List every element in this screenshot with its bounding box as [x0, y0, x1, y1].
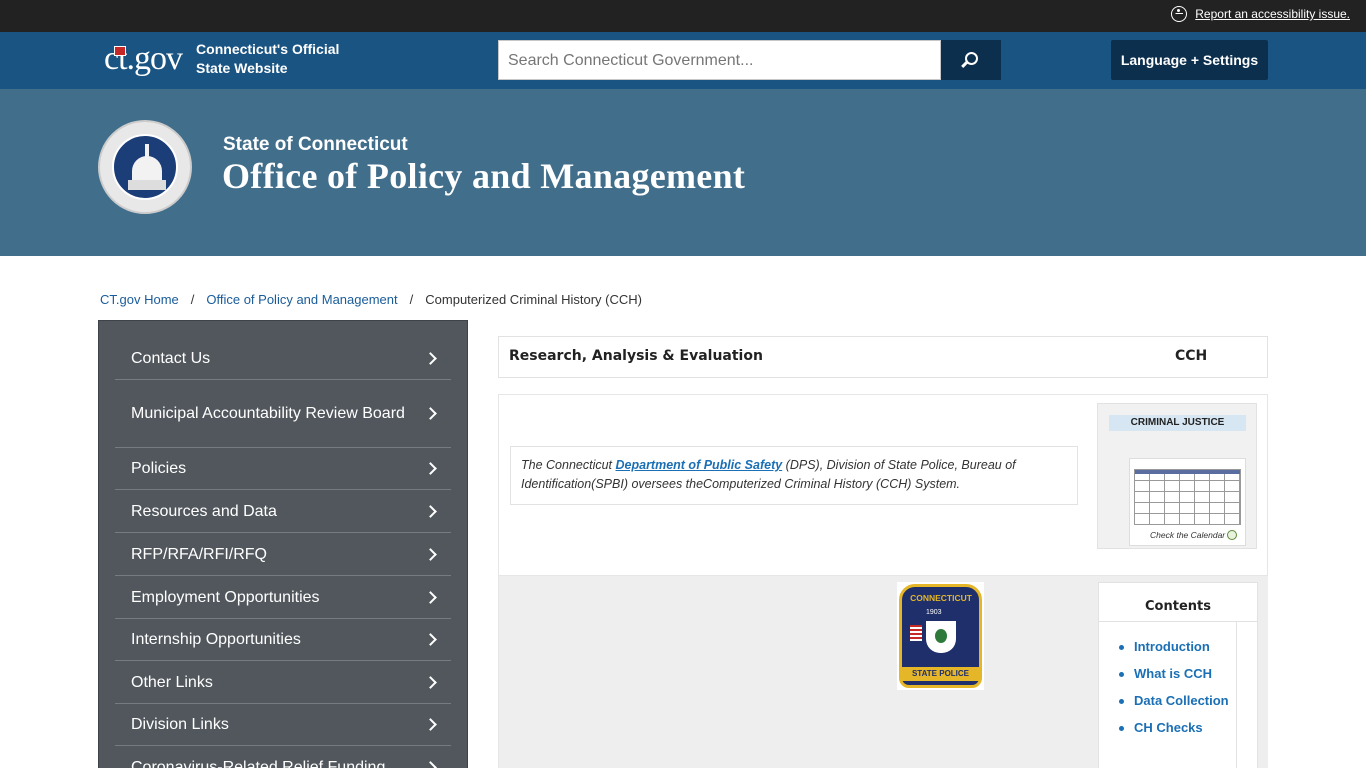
sidebar-item-label: Coronavirus-Related Relief Funding — [131, 758, 386, 768]
site-tagline: Connecticut's Official State Website — [196, 41, 340, 76]
patch-body: CONNECTICUT 1903 STATE POLICE — [899, 584, 982, 688]
breadcrumb-home-link[interactable]: CT.gov Home — [100, 292, 179, 307]
chevron-right-icon — [424, 718, 437, 731]
sidebar-item-employment[interactable]: Employment Opportunities — [115, 576, 451, 619]
banner-subtitle: State of Connecticut — [223, 134, 408, 155]
seal-capitol-dome — [112, 134, 178, 200]
sidebar-item-coronavirus-funding[interactable]: Coronavirus-Related Relief Funding — [115, 746, 451, 768]
sidebar-item-label: Policies — [131, 460, 187, 477]
breadcrumb-separator: / — [409, 292, 414, 307]
calendar-image-link[interactable]: Check the Calendar — [1129, 458, 1246, 546]
breadcrumb-separator: / — [190, 292, 195, 307]
state-police-patch-image: CONNECTICUT 1903 STATE POLICE — [897, 582, 984, 690]
content-header-table: Research, Analysis & Evaluation CCH — [498, 336, 1268, 378]
sidebar-item-internship[interactable]: Internship Opportunities — [115, 619, 451, 661]
intro-text: The Connecticut Department of Public Saf… — [510, 446, 1078, 505]
table-of-contents: Contents Introduction What is CCH Data C… — [1098, 582, 1258, 768]
patch-year: 1903 — [926, 609, 942, 616]
search-icon — [965, 52, 978, 65]
sidebar-item-label: Internship Opportunities — [131, 631, 301, 648]
chevron-right-icon — [424, 407, 437, 420]
contents-column-divider — [1236, 621, 1237, 768]
accessibility-report-link[interactable]: Report an accessibility issue. — [1195, 7, 1350, 21]
chevron-right-icon — [424, 547, 437, 561]
arrow-right-icon — [1227, 530, 1237, 540]
toc-link-introduction[interactable]: Introduction — [1113, 637, 1231, 657]
breadcrumb-agency-link[interactable]: Office of Policy and Management — [206, 292, 397, 307]
sidebar-item-label: Contact Us — [131, 349, 211, 367]
chevron-right-icon — [424, 760, 437, 768]
toc-link-what-is-cch[interactable]: What is CCH — [1113, 664, 1231, 684]
sidebar-item-policies[interactable]: Policies — [115, 448, 451, 490]
intro-panel: The Connecticut Department of Public Saf… — [498, 394, 1268, 576]
sidebar-item-resources-data[interactable]: Resources and Data — [115, 490, 451, 533]
contents-divider — [1099, 621, 1257, 622]
flag-icon — [114, 46, 126, 56]
accessibility-icon — [1171, 6, 1188, 22]
shield-icon — [926, 621, 956, 653]
calendar-header-bar — [1135, 470, 1240, 474]
search-button[interactable] — [941, 40, 1001, 80]
accessibility-report[interactable]: Report an accessibility issue. — [1171, 6, 1350, 22]
sidebar-item-label: Municipal Accountability Review Board — [131, 405, 405, 422]
ct-gov-logo-mark: ct.gov — [104, 42, 183, 76]
calendar-caption: Check the Calendar — [1150, 530, 1226, 540]
dps-link[interactable]: Department of Public Safety — [616, 458, 783, 472]
sidebar-item-label: Division Links — [131, 716, 229, 733]
sidebar-nav: Contact Us Municipal Accountability Revi… — [98, 320, 468, 768]
flag-icon — [910, 625, 922, 641]
chevron-right-icon — [424, 504, 437, 518]
sidebar-item-rfp[interactable]: RFP/RFA/RFI/RFQ — [115, 533, 451, 576]
chevron-right-icon — [424, 590, 437, 604]
intro-text-before: The Connecticut — [521, 458, 616, 472]
sidebar-item-label: RFP/RFA/RFI/RFQ — [131, 545, 267, 563]
sidebar-item-other-links[interactable]: Other Links — [115, 661, 451, 704]
chevron-right-icon — [424, 633, 437, 646]
sidebar-item-label: Resources and Data — [131, 502, 277, 520]
sidebar-item-label: Other Links — [131, 673, 213, 691]
search-input[interactable]: Search Connecticut Government... — [498, 40, 941, 80]
breadcrumb-current: Computerized Criminal History (CCH) — [425, 292, 642, 307]
sidebar-item-division-links[interactable]: Division Links — [115, 704, 451, 746]
criminal-justice-title: CRIMINAL JUSTICE — [1109, 415, 1246, 431]
calendar-grid — [1134, 469, 1241, 525]
contents-panel: CONNECTICUT 1903 STATE POLICE Contents I… — [498, 576, 1268, 768]
seal-dome — [132, 156, 162, 182]
breadcrumb: CT.gov Home / Office of Policy and Manag… — [100, 292, 642, 307]
patch-top-text: CONNECTICUT — [910, 593, 972, 603]
agency-banner: State of Connecticut Office of Policy an… — [0, 89, 1366, 256]
section-heading: Research, Analysis & Evaluation — [509, 348, 763, 364]
chevron-right-icon — [424, 351, 437, 365]
seal-drum — [128, 180, 166, 190]
chevron-right-icon — [424, 675, 437, 689]
site-header: ct.gov Connecticut's Official State Webs… — [0, 32, 1366, 89]
search-form: Search Connecticut Government... — [498, 40, 1001, 80]
toc-link-ch-checks[interactable]: CH Checks — [1113, 718, 1231, 738]
agency-seal[interactable] — [98, 120, 192, 214]
sidebar-item-contact-us[interactable]: Contact Us — [115, 337, 451, 380]
section-code: CCH — [1175, 348, 1208, 364]
contents-title: Contents — [1145, 599, 1211, 614]
contents-list: Introduction What is CCH Data Collection… — [1113, 637, 1231, 745]
ct-gov-logo[interactable]: ct.gov Connecticut's Official State Webs… — [104, 40, 356, 78]
agency-title[interactable]: Office of Policy and Management — [222, 155, 745, 197]
criminal-justice-box: CRIMINAL JUSTICE Check the Calendar — [1097, 403, 1257, 549]
patch-bottom-text: STATE POLICE — [902, 667, 979, 681]
sidebar-item-municipal-accountability[interactable]: Municipal Accountability Review Board — [115, 380, 451, 448]
chevron-right-icon — [424, 462, 437, 475]
language-settings-button[interactable]: Language + Settings — [1111, 40, 1268, 80]
utility-bar: Report an accessibility issue. — [0, 0, 1366, 32]
grapevine-icon — [935, 629, 947, 643]
toc-link-data-collection[interactable]: Data Collection — [1113, 691, 1231, 711]
sidebar-item-label: Employment Opportunities — [131, 588, 320, 606]
